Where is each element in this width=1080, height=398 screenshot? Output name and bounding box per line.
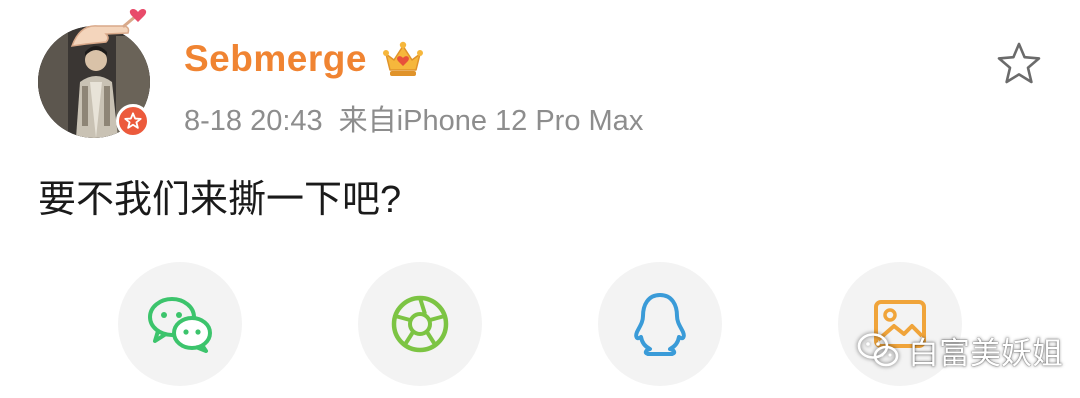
- watermark-text: 白富美妖姐: [908, 335, 1063, 371]
- user-badge: [116, 104, 150, 138]
- wechat-icon: [148, 297, 212, 353]
- hand-heart-decoration-icon: [70, 9, 147, 47]
- post-time: 8-18 20:43: [184, 105, 323, 137]
- watermark: 白富美妖姐: [856, 328, 1063, 372]
- vip-crown-icon[interactable]: [382, 40, 424, 80]
- share-moments-button[interactable]: [358, 262, 482, 386]
- username[interactable]: Sebmerge: [184, 38, 367, 80]
- post-source[interactable]: 来自iPhone 12 Pro Max: [339, 105, 644, 137]
- star-badge-icon: [124, 112, 142, 129]
- avatar-container[interactable]: [38, 9, 150, 138]
- post-meta: 8-18 20:43 来自iPhone 12 Pro Max: [184, 97, 643, 139]
- qq-penguin-icon: [634, 293, 686, 356]
- share-qq-button[interactable]: [598, 262, 722, 386]
- wechat-watermark-icon: [857, 333, 899, 367]
- share-wechat-button[interactable]: [118, 262, 242, 386]
- star-outline-icon[interactable]: [994, 40, 1044, 88]
- post-text: 要不我们来撕一下吧?: [38, 179, 402, 221]
- moments-aperture-icon: [391, 295, 449, 353]
